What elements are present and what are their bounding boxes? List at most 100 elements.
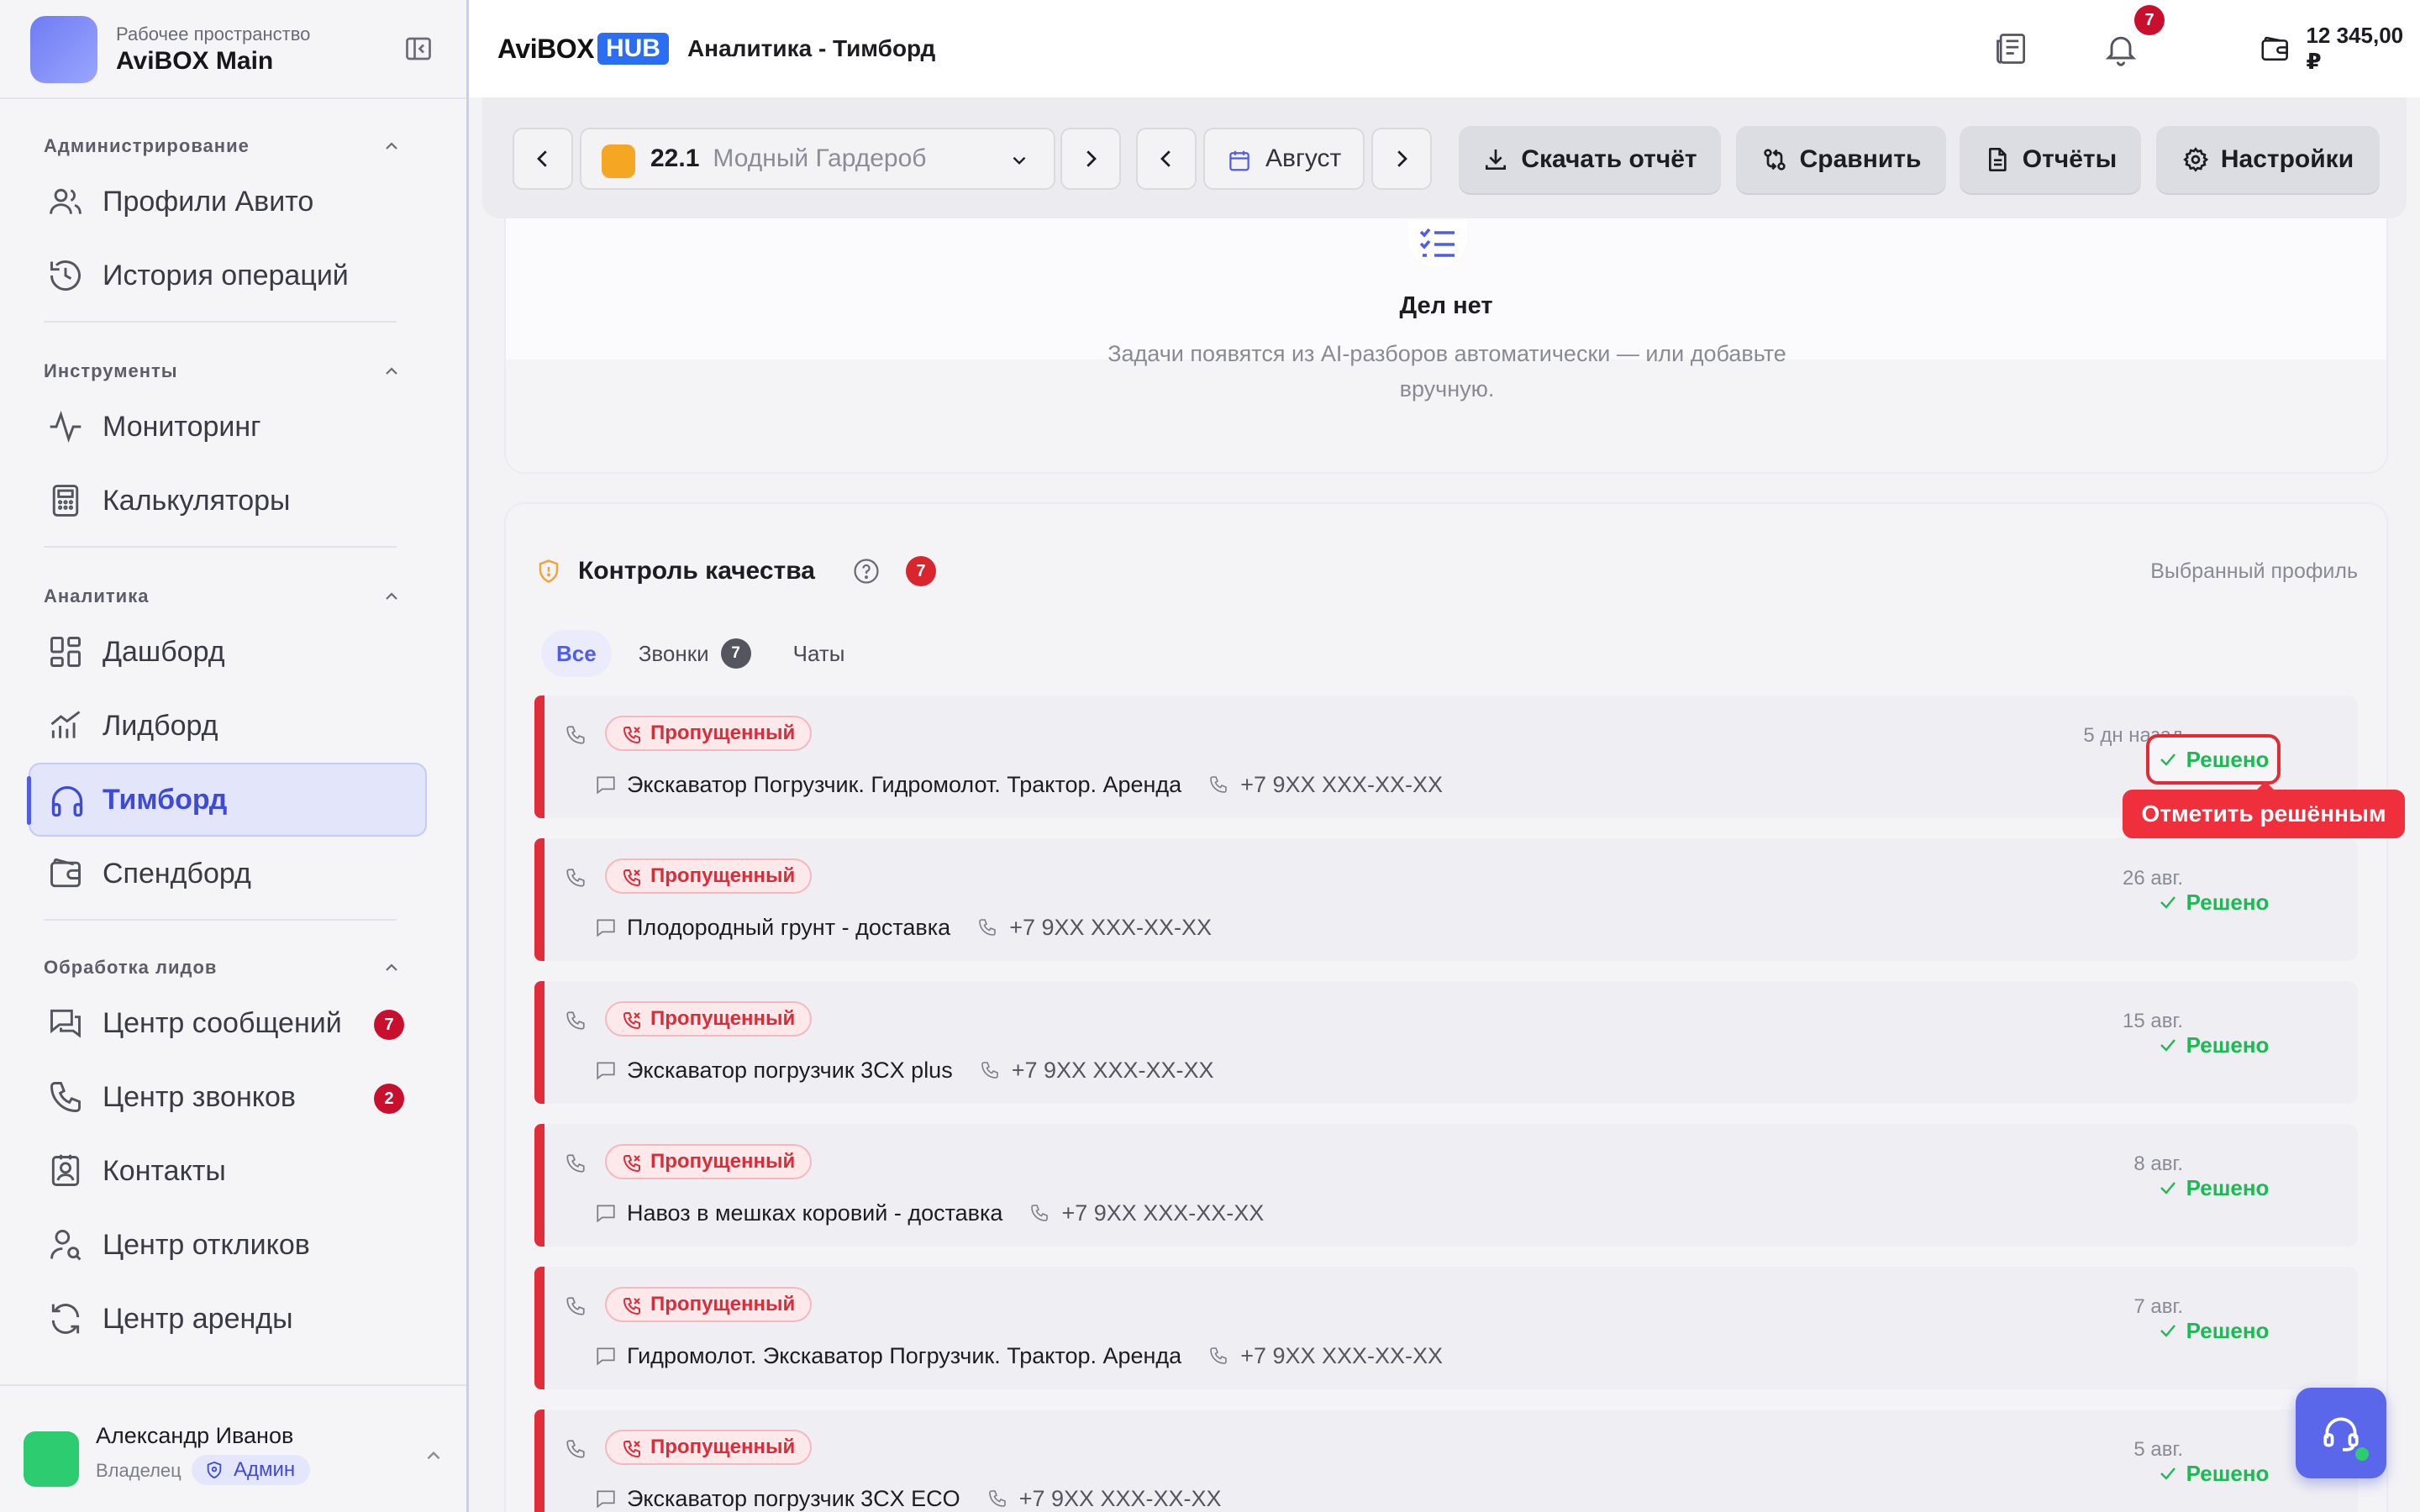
listing-title: Экскаватор Погрузчик. Гидромолот. Тракто… <box>627 771 1182 797</box>
phone-value: +7 9XX XXX-XX-XX <box>1061 1200 1265 1226</box>
call-row[interactable]: Пропущенный Экскаватор Погрузчик. Гидромо… <box>534 696 2358 818</box>
sidebar-item-history[interactable]: История операций <box>0 239 466 312</box>
tab-calls[interactable]: Звонки 7 <box>623 630 766 677</box>
sidebar-item-messages[interactable]: Центр сообщений 7 <box>0 986 466 1060</box>
prev-month-button[interactable] <box>1136 128 1197 190</box>
calendar-icon <box>1229 150 1249 171</box>
phone-value: +7 9XX XXX-XX-XX <box>1240 771 1444 797</box>
compare-button[interactable]: Сравнить <box>1736 126 1946 193</box>
status-label: Пропущенный <box>650 1436 796 1458</box>
tab-label: Звонки <box>638 640 709 666</box>
listing-title: Гидромолот. Экскаватор Погрузчик. Тракто… <box>627 1342 1182 1368</box>
month-select[interactable]: Август <box>1203 128 1365 190</box>
profile-select[interactable]: 22.1 Модный Гардероб <box>580 128 1055 190</box>
selected-profile-label: Выбранный профиль <box>2150 559 2358 583</box>
sidebar-item-leadboard[interactable]: Лидборд <box>0 689 466 763</box>
tab-chats[interactable]: Чаты <box>778 630 860 677</box>
collapse-sidebar-icon[interactable] <box>403 34 434 64</box>
section-header[interactable]: Обработка лидов <box>0 949 466 986</box>
sidebar-item-label: Центр откликов <box>103 1228 310 1261</box>
chevron-up-icon[interactable] <box>422 1446 445 1465</box>
workspace-switcher[interactable]: Рабочее пространство AviBOX Main <box>30 15 310 84</box>
sidebar-item-monitoring[interactable]: Мониторинг <box>0 390 466 464</box>
phone-number: +7 9XX XXX-XX-XX <box>987 1486 1222 1512</box>
sidebar-item-calculators[interactable]: Калькуляторы <box>0 464 466 538</box>
reports-button[interactable]: Отчёты <box>1960 126 2141 193</box>
phone-number: +7 9XX XXX-XX-XX <box>1029 1200 1264 1226</box>
messages-icon <box>50 1009 81 1038</box>
mark-resolved-button[interactable]: Решено <box>2146 1020 2281 1070</box>
help-icon[interactable] <box>852 557 881 585</box>
sidebar-item-teamboard[interactable]: Тимборд <box>27 763 427 837</box>
shield-warning-icon <box>539 559 559 583</box>
next-profile-button[interactable] <box>1060 128 1121 190</box>
missed-status-badge: Пропущенный <box>605 1430 813 1465</box>
mark-resolved-button[interactable]: Решено <box>2146 1163 2281 1213</box>
message-icon <box>597 1205 615 1223</box>
check-icon <box>2160 1325 2175 1337</box>
dashboard-icon <box>50 637 81 667</box>
sidebar-item-avito-profiles[interactable]: Профили Авито <box>0 165 466 239</box>
download-report-button[interactable]: Скачать отчёт <box>1459 126 1721 193</box>
section-header[interactable]: Аналитика <box>0 578 466 615</box>
news-icon[interactable] <box>1993 30 2030 67</box>
filters-toolbar: 22.1 Модный Гардероб Август Скачать отчё… <box>482 97 2407 218</box>
chevron-up-icon <box>386 367 397 375</box>
call-row[interactable]: Пропущенный Гидромолот. Экскаватор Погруз… <box>534 1267 2358 1389</box>
balance[interactable]: 12 345,00 ₽ <box>2259 23 2420 74</box>
user-profile[interactable]: Александр Иванов Владелец Админ <box>0 1384 466 1512</box>
reports-label: Отчёты <box>2022 145 2118 173</box>
phone-number: +7 9XX XXX-XX-XX <box>980 1058 1214 1084</box>
divider <box>0 97 466 99</box>
mark-resolved-button[interactable]: Решено <box>2146 734 2281 785</box>
call-row[interactable]: Пропущенный Навоз в мешках коровий - дост… <box>534 1124 2358 1247</box>
sidebar-item-calls[interactable]: Центр звонков 2 <box>0 1060 466 1134</box>
missed-status-badge: Пропущенный <box>605 1144 813 1179</box>
mark-resolved-button[interactable]: Решено <box>2146 877 2281 927</box>
check-icon <box>2160 1467 2175 1480</box>
next-month-button[interactable] <box>1371 128 1432 190</box>
quality-control-card: Контроль качества 7 Выбранный профиль Вс… <box>504 502 2388 1512</box>
status-label: Пропущенный <box>650 722 796 744</box>
check-icon <box>2160 1039 2175 1052</box>
sidebar-item-rent[interactable]: Центр аренды <box>0 1282 466 1356</box>
resolved-label: Решено <box>2186 1174 2270 1200</box>
call-row[interactable]: Пропущенный Экскаватор погрузчик 3CX ECO +… <box>534 1410 2358 1512</box>
brand: AviBOX HUB Аналитика - Тимборд <box>497 30 935 67</box>
section-title: Обработка лидов <box>44 957 218 978</box>
sidebar-item-responses[interactable]: Центр откликов <box>0 1208 466 1282</box>
section-analytics: Аналитика Дашборд Лидборд Тимборд Спендб… <box>0 578 466 929</box>
check-icon <box>2160 753 2175 766</box>
sidebar-item-dashboard[interactable]: Дашборд <box>0 615 466 689</box>
missed-status-badge: Пропущенный <box>605 716 813 751</box>
phone-icon <box>566 1440 585 1458</box>
prev-profile-button[interactable] <box>513 128 573 190</box>
settings-button[interactable]: Настройки <box>2156 126 2380 193</box>
section-header[interactable]: Администрирование <box>0 128 466 165</box>
support-button[interactable] <box>2296 1388 2386 1478</box>
call-row[interactable]: Пропущенный Экскаватор погрузчик 3CX plus… <box>534 981 2358 1104</box>
mark-resolved-button[interactable]: Решено <box>2146 1448 2281 1499</box>
section-header[interactable]: Инструменты <box>0 353 466 390</box>
resolved-label: Решено <box>2186 1317 2270 1343</box>
mark-resolved-button[interactable]: Решено <box>2146 1305 2281 1356</box>
sidebar: Рабочее пространство AviBOX Main Админис… <box>0 0 469 1512</box>
phone-icon <box>566 1154 585 1173</box>
sidebar-item-spendboard[interactable]: Спендборд <box>0 837 466 911</box>
sidebar-item-contacts[interactable]: Контакты <box>0 1134 466 1208</box>
phone-icon <box>1031 1205 1049 1221</box>
row-title: Экскаватор Погрузчик. Гидромолот. Тракто… <box>595 768 1443 801</box>
sidebar-item-label: Лидборд <box>103 709 218 742</box>
download-report-label: Скачать отчёт <box>1521 145 1697 173</box>
chevron-up-icon <box>386 142 397 150</box>
call-row[interactable]: Пропущенный Плодородный грунт - доставка +… <box>534 838 2358 961</box>
workspace-logo <box>30 16 97 83</box>
tab-all[interactable]: Все <box>541 630 612 677</box>
tasks-empty-card: Дел нет Задачи появятся из AI-разборов а… <box>504 218 2388 474</box>
sidebar-item-label: Спендборд <box>103 857 251 890</box>
tasks-empty-title: Дел нет <box>1399 292 1493 319</box>
bell-icon[interactable] <box>2102 30 2139 67</box>
phone-value: +7 9XX XXX-XX-XX <box>1018 1485 1222 1511</box>
phone-missed-icon <box>623 727 640 744</box>
resolved-label: Решено <box>2186 889 2270 915</box>
